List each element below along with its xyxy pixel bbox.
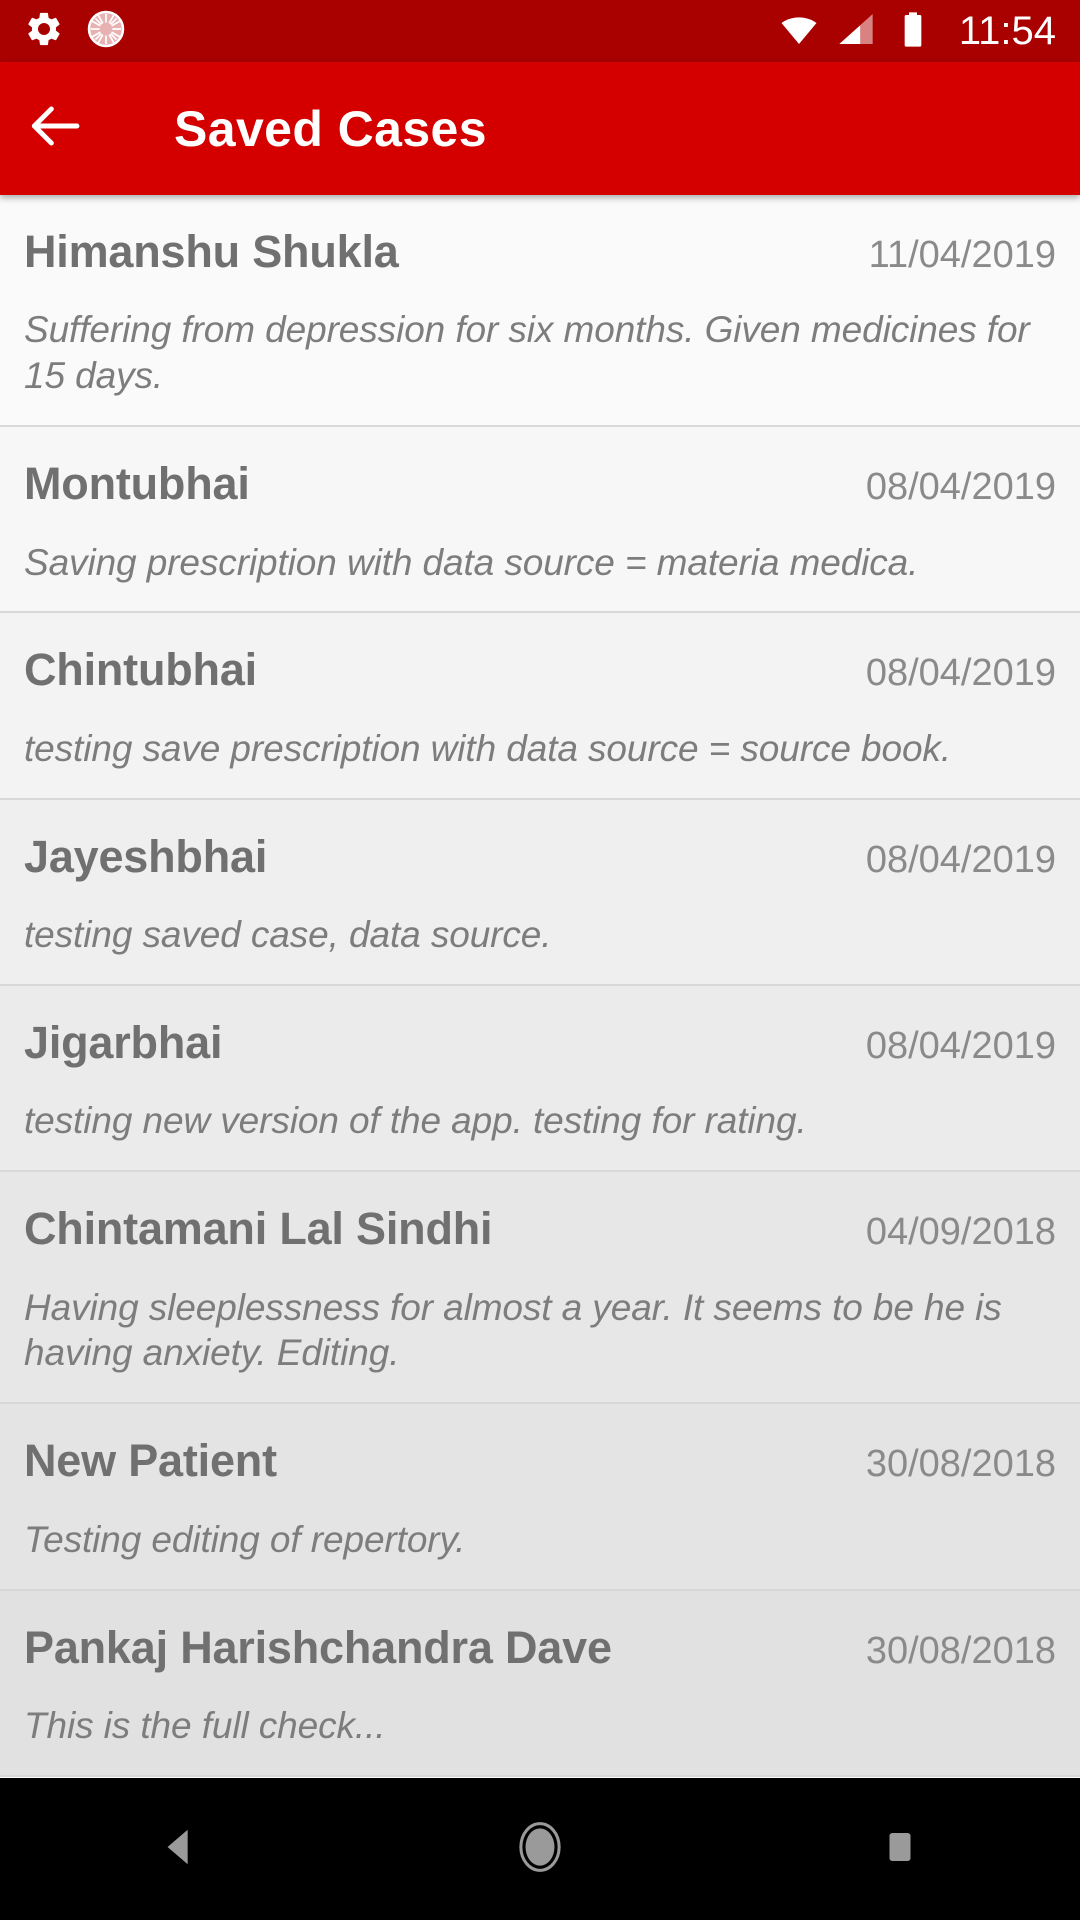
status-bar-system-icons: 11:54: [779, 9, 1056, 54]
status-bar-clock: 11:54: [958, 9, 1056, 53]
case-item-header: Jayeshbhai 08/04/2019: [24, 830, 1056, 882]
case-list-item[interactable]: Montubhai 08/04/2019 Saving prescription w…: [0, 427, 1080, 614]
case-list-item[interactable]: Chintubhai 08/04/2019 testing save prescri…: [0, 613, 1080, 800]
square-recents-icon: [879, 1826, 921, 1873]
case-date: 08/04/2019: [865, 838, 1056, 881]
case-description: Testing editing of repertory.: [24, 1518, 466, 1560]
page-title: Saved Cases: [174, 100, 487, 157]
app-bar: Saved Cases: [0, 62, 1080, 195]
case-date: 08/04/2019: [865, 1024, 1056, 1067]
case-description: testing new version of the app. testing …: [24, 1100, 807, 1142]
arrow-left-icon: [24, 95, 86, 162]
case-patient-name: Montubhai: [24, 458, 250, 510]
battery-icon: [893, 9, 933, 54]
system-navigation-bar: [0, 1778, 1080, 1920]
case-description: Saving prescription with data source = m…: [24, 541, 919, 583]
phone-screen: 11:54 Saved Cases Himanshu Shukla 11/04/2…: [0, 0, 1080, 1920]
case-date: 08/04/2019: [865, 652, 1056, 695]
case-item-header: New Patient 30/08/2018: [24, 1435, 1056, 1487]
gear-icon: [24, 9, 64, 54]
case-list-item[interactable]: New Patient 30/08/2018 Testing editing of …: [0, 1404, 1080, 1591]
case-description: This is the full check...: [24, 1705, 386, 1746]
triangle-back-icon: [157, 1824, 203, 1875]
back-button[interactable]: [0, 62, 110, 195]
case-list-item[interactable]: Pankaj Harishchandra Dave 30/08/2018 This …: [0, 1590, 1080, 1777]
case-date: 30/08/2018: [865, 1443, 1056, 1486]
case-description: testing saved case, data source.: [24, 914, 552, 956]
case-item-header: Chintamani Lal Sindhi 04/09/2018: [24, 1203, 1056, 1255]
case-date: 04/09/2018: [865, 1211, 1056, 1254]
case-list-item[interactable]: Jigarbhai 08/04/2019 testing new version o…: [0, 985, 1080, 1173]
case-item-header: Himanshu Shukla 11/04/2019: [24, 226, 1056, 277]
case-description: Suffering from depression for six months…: [24, 309, 1030, 397]
case-list-item[interactable]: Chintamani Lal Sindhi 04/09/2018 Having sl…: [0, 1172, 1080, 1405]
case-description: testing save prescription with data sour…: [24, 727, 951, 769]
case-list-item[interactable]: Jayeshbhai 08/04/2019 testing saved case, …: [0, 799, 1080, 986]
status-bar-notifications: [24, 9, 126, 54]
case-patient-name: New Patient: [24, 1435, 277, 1487]
back-nav-button[interactable]: [90, 1778, 270, 1920]
case-patient-name: Chintubhai: [24, 644, 257, 696]
case-item-header: Pankaj Harishchandra Dave 30/08/2018: [24, 1621, 1056, 1673]
case-date: 30/08/2018: [865, 1629, 1056, 1672]
home-nav-button[interactable]: [450, 1778, 630, 1920]
circle-home-icon: [512, 1819, 568, 1880]
case-patient-name: Jayeshbhai: [24, 830, 268, 882]
saved-cases-list[interactable]: Himanshu Shukla 11/04/2019 Suffering from …: [0, 195, 1080, 1778]
case-list-item[interactable]: Himanshu Shukla 11/04/2019 Suffering from …: [0, 195, 1080, 428]
case-patient-name: Jigarbhai: [24, 1016, 223, 1068]
case-patient-name: Pankaj Harishchandra Dave: [24, 1621, 612, 1673]
case-date: 11/04/2019: [868, 234, 1056, 276]
status-bar: 11:54: [0, 0, 1080, 62]
case-date: 08/04/2019: [865, 466, 1056, 509]
case-item-header: Chintubhai 08/04/2019: [24, 644, 1056, 696]
case-patient-name: Chintamani Lal Sindhi: [24, 1203, 493, 1255]
recents-nav-button[interactable]: [810, 1778, 990, 1920]
case-description: Having sleeplessness for almost a year. …: [24, 1286, 1002, 1374]
case-patient-name: Himanshu Shukla: [24, 226, 399, 277]
cellular-signal-icon: [836, 9, 876, 54]
app-sunburst-icon: [86, 9, 126, 54]
case-item-header: Jigarbhai 08/04/2019: [24, 1016, 1056, 1068]
case-item-header: Montubhai 08/04/2019: [24, 458, 1056, 510]
wifi-icon: [779, 9, 819, 54]
